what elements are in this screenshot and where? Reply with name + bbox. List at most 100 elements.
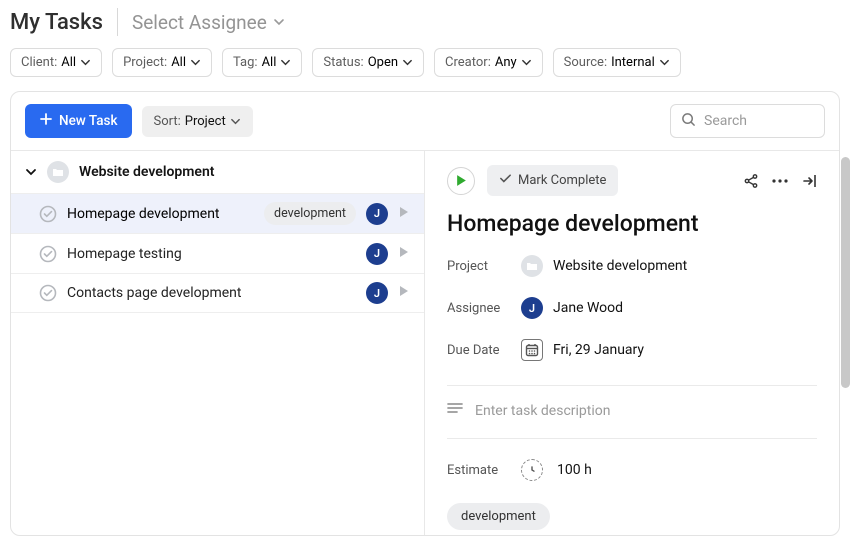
filter-value: Open xyxy=(368,55,398,70)
group-name: Website development xyxy=(79,164,214,180)
assignee-selector-label: Select Assignee xyxy=(132,11,267,34)
field-project: Project Website development xyxy=(447,255,817,277)
chevron-down-icon xyxy=(521,57,532,68)
tag-chip[interactable]: development xyxy=(447,503,550,530)
chevron-down-icon xyxy=(659,57,670,68)
divider xyxy=(447,438,817,439)
chevron-down-icon xyxy=(402,57,413,68)
filter-value: All xyxy=(61,55,76,70)
field-value[interactable]: 100 h xyxy=(521,459,592,481)
chevron-down-icon xyxy=(273,16,285,28)
field-value[interactable]: Website development xyxy=(521,255,687,277)
task-title[interactable]: Homepage development xyxy=(447,210,817,237)
filter-project[interactable]: Project: All xyxy=(112,48,212,77)
assignee-selector[interactable]: Select Assignee xyxy=(132,11,285,34)
chevron-down-icon xyxy=(80,57,91,68)
assignee-name: Jane Wood xyxy=(553,300,623,316)
field-label: Estimate xyxy=(447,463,521,478)
new-task-button[interactable]: New Task xyxy=(25,104,132,138)
main-card: New Task Sort: Project We xyxy=(10,91,840,536)
field-label: Due Date xyxy=(447,343,521,358)
calendar-icon xyxy=(521,339,543,361)
search-input[interactable] xyxy=(704,113,840,129)
task-detail-pane: Mark Complete Homepage development xyxy=(425,151,839,535)
sort-label: Sort: xyxy=(154,114,181,129)
filter-label: Status: xyxy=(323,55,363,70)
task-row[interactable]: Homepage testing J xyxy=(11,233,424,273)
filter-client[interactable]: Client: All xyxy=(10,48,102,77)
field-value[interactable]: J Jane Wood xyxy=(521,297,623,319)
filter-label: Client: xyxy=(21,55,57,70)
task-name: Homepage testing xyxy=(67,246,356,262)
check-circle-icon[interactable] xyxy=(39,205,57,223)
chevron-down-icon xyxy=(280,57,291,68)
field-assignee: Assignee J Jane Wood xyxy=(447,297,817,319)
filter-bar: Client: All Project: All Tag: All Status… xyxy=(10,48,840,77)
project-name: Website development xyxy=(553,258,687,274)
field-label: Assignee xyxy=(447,301,521,316)
task-row[interactable]: Contacts page development J xyxy=(11,273,424,313)
start-timer-button[interactable] xyxy=(447,167,475,195)
field-label: Project xyxy=(447,259,521,274)
toolbar: New Task Sort: Project xyxy=(11,92,839,150)
filter-value: Any xyxy=(495,55,517,70)
divider xyxy=(447,385,817,386)
page-header: My Tasks Select Assignee xyxy=(10,8,840,36)
chevron-down-icon xyxy=(230,116,241,127)
tags-area: development xyxy=(447,503,817,530)
folder-icon xyxy=(521,255,543,277)
sort-select[interactable]: Sort: Project xyxy=(142,106,253,137)
description-placeholder: Enter task description xyxy=(475,403,610,419)
description-input[interactable]: Enter task description xyxy=(447,396,817,434)
filter-value: All xyxy=(262,55,277,70)
chevron-down-icon xyxy=(25,166,37,178)
filter-label: Creator: xyxy=(445,55,491,70)
check-circle-icon[interactable] xyxy=(39,245,57,263)
task-name: Contacts page development xyxy=(67,285,356,301)
chevron-down-icon xyxy=(190,57,201,68)
plus-icon xyxy=(39,112,53,130)
play-icon[interactable] xyxy=(398,246,410,262)
filter-label: Source: xyxy=(564,55,607,70)
filter-status[interactable]: Status: Open xyxy=(312,48,424,77)
scrollbar[interactable] xyxy=(841,157,850,388)
avatar: J xyxy=(521,297,543,319)
clock-icon xyxy=(521,459,543,481)
filter-creator[interactable]: Creator: Any xyxy=(434,48,543,77)
filter-value: All xyxy=(171,55,186,70)
estimate-value: 100 h xyxy=(557,462,592,478)
sort-value: Project xyxy=(185,114,226,129)
description-icon xyxy=(447,402,463,420)
play-icon[interactable] xyxy=(398,285,410,301)
filter-value: Internal xyxy=(611,55,655,70)
field-value[interactable]: Fri, 29 January xyxy=(521,339,644,361)
filter-label: Tag: xyxy=(233,55,258,70)
task-name: Homepage development xyxy=(67,206,254,222)
share-button[interactable] xyxy=(743,173,759,189)
filter-tag[interactable]: Tag: All xyxy=(222,48,302,77)
mark-complete-button[interactable]: Mark Complete xyxy=(487,165,618,196)
filter-source[interactable]: Source: Internal xyxy=(553,48,681,77)
check-icon xyxy=(499,172,512,189)
task-row[interactable]: Homepage development development J xyxy=(11,193,424,233)
field-due-date: Due Date Fri, 29 January xyxy=(447,339,817,361)
page-title: My Tasks xyxy=(10,10,103,35)
search-box[interactable] xyxy=(670,104,825,138)
avatar: J xyxy=(366,243,388,265)
task-tag: development xyxy=(264,202,356,225)
more-menu-button[interactable] xyxy=(771,173,789,189)
avatar: J xyxy=(366,282,388,304)
folder-icon xyxy=(47,161,69,183)
check-circle-icon[interactable] xyxy=(39,284,57,302)
collapse-panel-button[interactable] xyxy=(801,173,817,189)
divider-vertical xyxy=(117,8,118,36)
filter-label: Project: xyxy=(123,55,167,70)
search-icon xyxy=(681,112,696,131)
field-estimate: Estimate 100 h xyxy=(447,459,817,481)
new-task-label: New Task xyxy=(59,113,118,129)
avatar: J xyxy=(366,203,388,225)
mark-complete-label: Mark Complete xyxy=(518,173,606,188)
play-icon[interactable] xyxy=(398,206,410,222)
task-list-pane: Website development Homepage development… xyxy=(11,151,425,535)
group-header[interactable]: Website development xyxy=(11,151,424,193)
